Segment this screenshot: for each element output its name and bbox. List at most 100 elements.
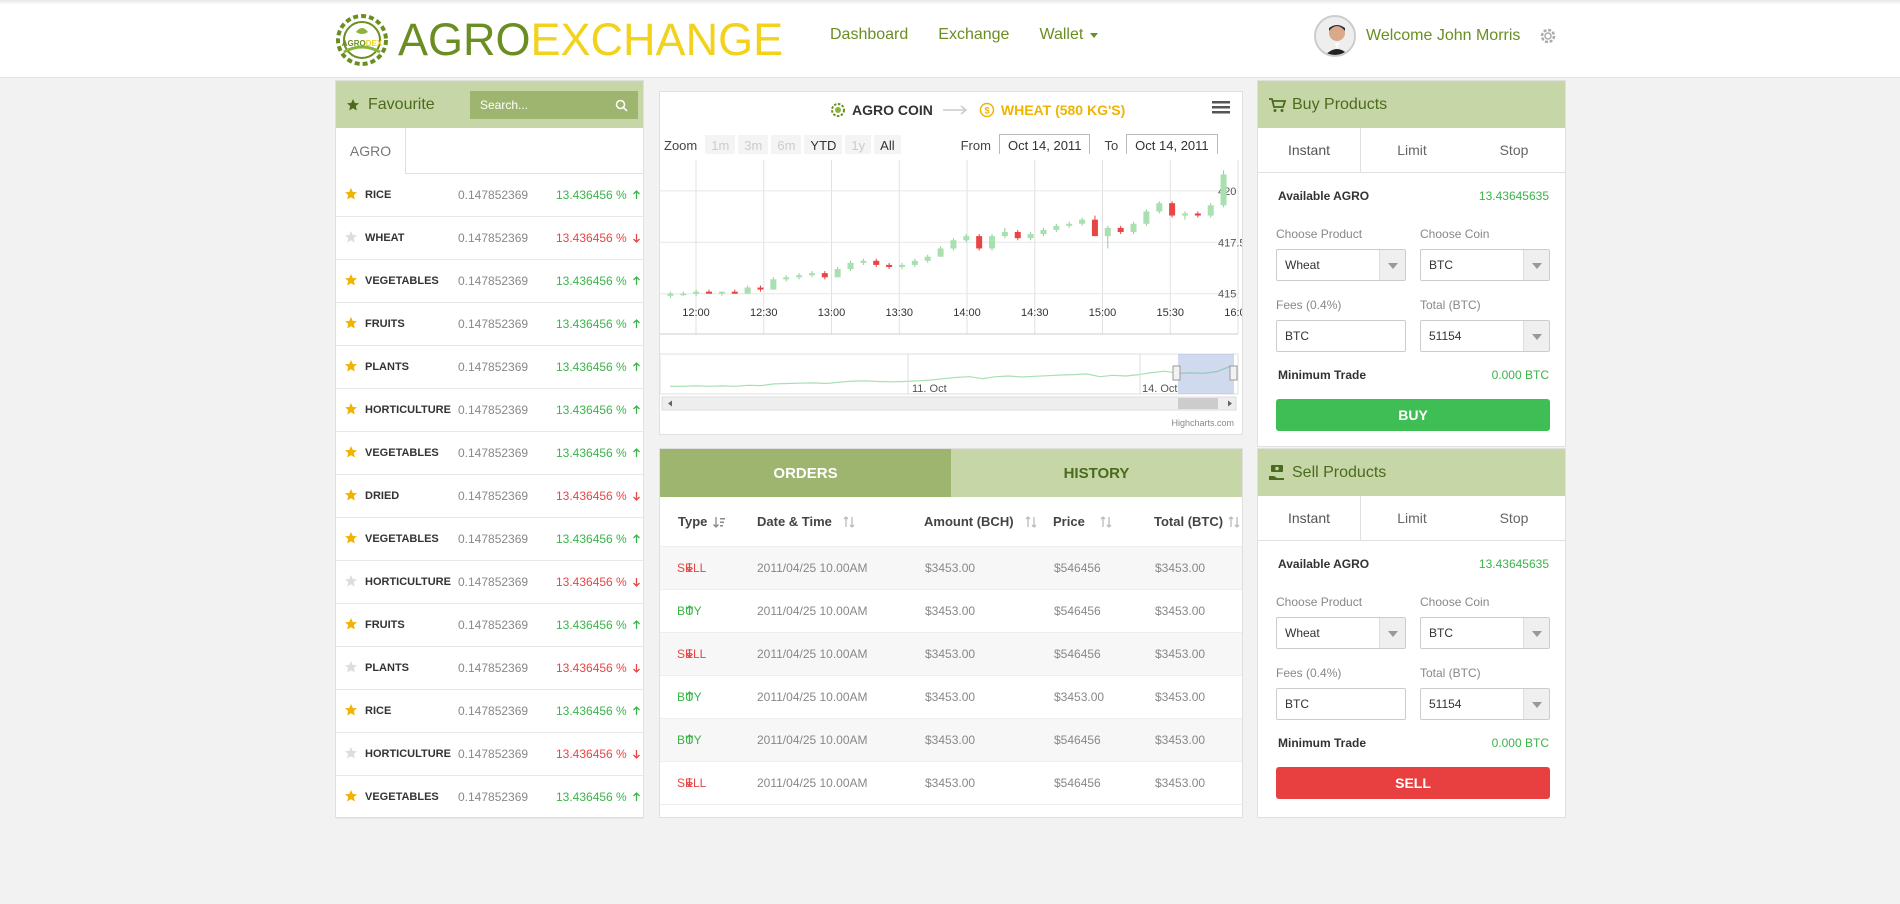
col-date[interactable]: Date & Time bbox=[757, 514, 856, 530]
col-total[interactable]: Total (BTC) bbox=[1154, 514, 1241, 530]
order-type-label: SELL bbox=[677, 647, 707, 661]
tab-buy-stop[interactable]: Stop bbox=[1463, 128, 1565, 172]
zoom-6m-button[interactable]: 6m bbox=[771, 135, 802, 156]
star-icon[interactable] bbox=[344, 660, 358, 674]
star-icon[interactable] bbox=[344, 273, 358, 287]
nav-wallet[interactable]: Wallet bbox=[1039, 26, 1099, 44]
nav-dashboard[interactable]: Dashboard bbox=[830, 26, 908, 44]
zoom-1m-button[interactable]: 1m bbox=[705, 135, 736, 156]
list-item[interactable]: PLANTS 0.147852369 13.436456 % bbox=[336, 647, 643, 690]
arrow-up-icon bbox=[632, 534, 640, 543]
sell-total-label: Total (BTC) bbox=[1420, 666, 1481, 680]
star-icon[interactable] bbox=[344, 359, 358, 373]
list-item[interactable]: HORTICULTURE 0.147852369 13.436456 % bbox=[336, 389, 643, 432]
zoom-1y-button[interactable]: 1y bbox=[845, 135, 872, 156]
hamburger-menu-icon[interactable] bbox=[1212, 100, 1230, 114]
star-icon[interactable] bbox=[344, 445, 358, 459]
avatar[interactable] bbox=[1314, 15, 1356, 57]
logo-emblem-icon: AGRODEX bbox=[336, 14, 388, 66]
tab-sell-limit[interactable]: Limit bbox=[1361, 496, 1463, 540]
sell-coin-select[interactable]: BTC bbox=[1420, 617, 1550, 649]
welcome-text: Welcome John Morris bbox=[1366, 27, 1521, 44]
sell-product-select[interactable]: Wheat bbox=[1276, 617, 1406, 649]
star-icon[interactable] bbox=[344, 402, 358, 416]
order-price: $546456 bbox=[1054, 561, 1101, 575]
tab-history[interactable]: HISTORY bbox=[951, 449, 1242, 497]
buy-button[interactable]: BUY bbox=[1276, 399, 1550, 431]
col-amount[interactable]: Amount (BCH) bbox=[924, 514, 1038, 530]
table-row[interactable]: BUY 2011/04/25 10.00AM $3453.00 $546456 $345… bbox=[660, 590, 1242, 633]
item-change: 13.436456 % bbox=[556, 360, 641, 374]
col-price[interactable]: Price bbox=[1053, 514, 1113, 530]
candle-body bbox=[1053, 225, 1060, 230]
sell-tabs: Instant Limit Stop bbox=[1258, 496, 1565, 541]
sell-button[interactable]: SELL bbox=[1276, 767, 1550, 799]
zoom-3m-button[interactable]: 3m bbox=[738, 135, 769, 156]
star-icon[interactable] bbox=[344, 531, 358, 545]
star-icon[interactable] bbox=[344, 187, 358, 201]
list-item[interactable]: VEGETABLES 0.147852369 13.436456 % bbox=[336, 260, 643, 303]
buy-products-panel: Buy Products Instant Limit Stop Availabl… bbox=[1257, 80, 1566, 447]
sell-total-select[interactable]: 51154 bbox=[1420, 688, 1550, 720]
list-item[interactable]: HORTICULTURE 0.147852369 13.436456 % bbox=[336, 733, 643, 776]
zoom-all-button[interactable]: All bbox=[874, 135, 901, 156]
order-date: 2011/04/25 10.00AM bbox=[757, 647, 868, 661]
candle-body bbox=[1079, 219, 1086, 224]
zoom-ytd-button[interactable]: YTD bbox=[804, 135, 843, 156]
item-change-value: 13.436456 % bbox=[556, 274, 627, 288]
buy-min-trade-label: Minimum Trade bbox=[1278, 368, 1367, 382]
list-item[interactable]: RICE 0.147852369 13.436456 % bbox=[336, 690, 643, 733]
list-item[interactable]: HORTICULTURE 0.147852369 13.436456 % bbox=[336, 561, 643, 604]
sell-fees-field[interactable]: BTC bbox=[1276, 688, 1406, 720]
star-icon[interactable] bbox=[344, 316, 358, 330]
buy-product-select[interactable]: Wheat bbox=[1276, 249, 1406, 281]
list-item[interactable]: VEGETABLES 0.147852369 13.436456 % bbox=[336, 432, 643, 475]
list-item[interactable]: DRIED 0.147852369 13.436456 % bbox=[336, 475, 643, 518]
arrow-up-icon bbox=[632, 405, 640, 414]
table-row[interactable]: BUY 2011/04/25 10.00AM $3453.00 $546456 $345… bbox=[660, 719, 1242, 762]
table-row[interactable]: SELL 2011/04/25 10.00AM $3453.00 $546456 $34… bbox=[660, 633, 1242, 676]
star-icon[interactable] bbox=[344, 574, 358, 588]
tab-sell-stop[interactable]: Stop bbox=[1463, 496, 1565, 540]
star-icon[interactable] bbox=[344, 703, 358, 717]
table-row[interactable]: BUY 2011/04/25 10.00AM $3453.00 $3453.00 $34… bbox=[660, 676, 1242, 719]
star-icon[interactable] bbox=[344, 488, 358, 502]
candle-body bbox=[1117, 227, 1124, 232]
list-item[interactable]: WHEAT 0.147852369 13.436456 % bbox=[336, 217, 643, 260]
item-change-value: 13.436456 % bbox=[556, 360, 627, 374]
tab-agro[interactable]: AGRO bbox=[336, 128, 406, 174]
buy-total-select[interactable]: 51154 bbox=[1420, 320, 1550, 352]
list-item[interactable]: FRUITS 0.147852369 13.436456 % bbox=[336, 604, 643, 647]
nav-exchange[interactable]: Exchange bbox=[938, 26, 1009, 44]
list-item[interactable]: VEGETABLES 0.147852369 13.436456 % bbox=[336, 518, 643, 561]
list-item[interactable]: PLANTS 0.147852369 13.436456 % bbox=[336, 346, 643, 389]
star-icon[interactable] bbox=[344, 230, 358, 244]
list-item[interactable]: VEGETABLES 0.147852369 13.436456 % bbox=[336, 776, 643, 819]
list-item[interactable]: RICE 0.147852369 13.436456 % bbox=[336, 174, 643, 217]
buy-coin-select[interactable]: BTC bbox=[1420, 249, 1550, 281]
search-icon[interactable] bbox=[615, 99, 628, 112]
tab-buy-instant[interactable]: Instant bbox=[1258, 128, 1361, 172]
table-row[interactable]: SELL 2011/04/25 10.00AM $3453.00 $546456 $34… bbox=[660, 547, 1242, 590]
tab-buy-limit[interactable]: Limit bbox=[1361, 128, 1463, 172]
table-row[interactable]: SELL 2011/04/25 10.00AM $3453.00 $546456 $34… bbox=[660, 762, 1242, 805]
buy-fees-field[interactable]: BTC bbox=[1276, 320, 1406, 352]
star-icon[interactable] bbox=[344, 746, 358, 760]
item-change: 13.436456 % bbox=[556, 403, 641, 417]
gear-icon[interactable] bbox=[1538, 26, 1558, 46]
candlestick-chart[interactable]: 415417.542012:0012:3013:0013:3014:0014:3… bbox=[660, 154, 1242, 434]
item-change-value: 13.436456 % bbox=[556, 489, 627, 503]
list-item[interactable]: FRUITS 0.147852369 13.436456 % bbox=[336, 303, 643, 346]
col-type[interactable]: Type bbox=[678, 514, 726, 530]
chevron-down-icon bbox=[1090, 32, 1099, 38]
star-icon[interactable] bbox=[344, 617, 358, 631]
chevron-down-icon bbox=[1379, 250, 1405, 280]
search-input[interactable] bbox=[480, 98, 610, 112]
star-icon[interactable] bbox=[344, 789, 358, 803]
order-type: SELL bbox=[677, 647, 706, 661]
buy-header: Buy Products bbox=[1258, 81, 1565, 128]
tab-sell-instant[interactable]: Instant bbox=[1258, 496, 1361, 540]
chart-pair-title: AGRO COIN $ WHEAT (580 KG'S) bbox=[830, 102, 1125, 118]
tab-orders[interactable]: ORDERS bbox=[660, 449, 951, 497]
logo[interactable]: AGRODEX AGRO EXCHANGE bbox=[332, 12, 783, 68]
